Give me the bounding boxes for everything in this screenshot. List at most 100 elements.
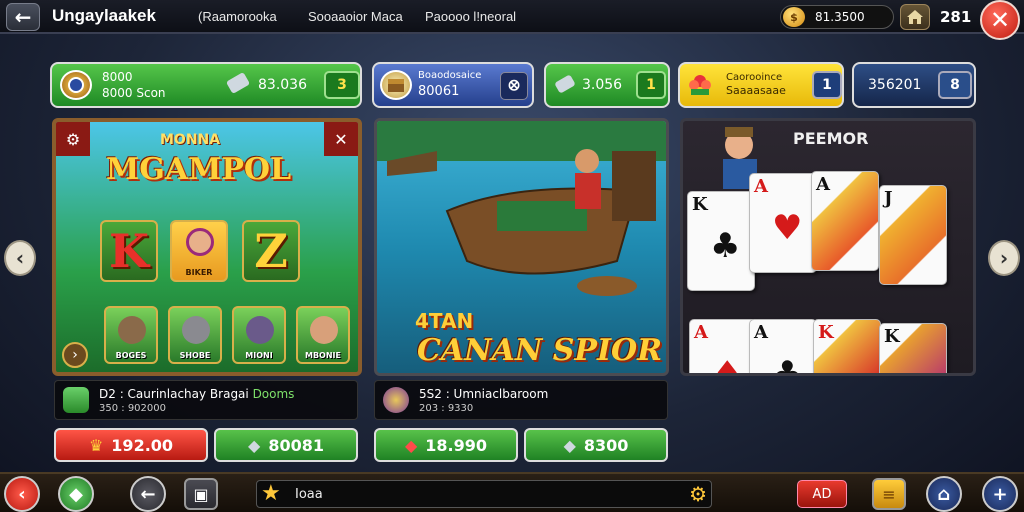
wolf-icon xyxy=(182,316,210,344)
close-button[interactable]: ✕ xyxy=(980,0,1020,40)
panel-1-info-accent: Dooms xyxy=(252,387,295,401)
card-rank: K xyxy=(818,322,834,343)
slot-title: MGAMPOL xyxy=(106,152,292,187)
slot-subtitle: MONNA xyxy=(160,132,221,148)
shark-icon xyxy=(246,316,274,344)
panel-2-header-line1: Boaodosaice xyxy=(418,70,482,81)
panel-3-count-button[interactable]: 8 xyxy=(938,71,972,99)
fishing-game-card[interactable]: 9006 45 4TAN CANAN SPIOR xyxy=(374,118,669,376)
add-button[interactable]: + xyxy=(982,476,1018,512)
club-icon: ♣ xyxy=(772,354,803,376)
reel-letter-k: K xyxy=(109,224,149,278)
chevron-left-icon: › xyxy=(72,347,78,363)
panel-2-info: 5S2 : Umniaclbaroom 203 : 9330 xyxy=(374,380,668,420)
gem-icon xyxy=(554,74,576,94)
nav-link-3[interactable]: Paoooo l!neoral xyxy=(425,9,516,24)
house-icon: ⌂ xyxy=(937,483,951,505)
nav-link-1[interactable]: (Raamorooka xyxy=(198,9,277,24)
slot-prev-button[interactable]: › xyxy=(62,342,88,368)
level-value: 281 xyxy=(940,8,972,26)
chevron-left-icon: ‹ xyxy=(18,483,26,505)
symbol-label-3: MIONI xyxy=(245,351,273,360)
close-badge-icon[interactable]: ✕ xyxy=(324,122,358,156)
scroll-right-button[interactable]: › xyxy=(988,240,1020,276)
gem-icon: ◆ xyxy=(563,435,576,455)
poker-game-card[interactable]: PEEMOR K ♣ A ♥ A J A ♦ A ♣ K K xyxy=(680,118,976,376)
treasure-chest-icon xyxy=(380,70,412,100)
symbol-label-2: SHOBE xyxy=(179,351,211,360)
gear-icon[interactable]: ⚙ xyxy=(689,482,707,506)
bottom-bar: ‹ ◆ ← ▣ ★ Ioaa ⚙ AD ≡ ⌂ + xyxy=(0,472,1024,512)
back-round-button[interactable]: ‹ xyxy=(4,476,40,512)
game-thumb-icon xyxy=(63,387,89,413)
bookmark-button[interactable]: ▣ xyxy=(184,478,218,510)
panel-1-info-line1: D2 : Caurinlachay Bragai Dooms xyxy=(99,387,294,401)
settings-badge-icon[interactable]: ⚙ xyxy=(56,122,90,156)
panel-3-left-button[interactable]: 1 xyxy=(812,71,842,99)
symbol-tile-2: SHOBE xyxy=(168,306,222,364)
ad-button[interactable]: AD xyxy=(797,480,847,508)
playing-card[interactable]: K xyxy=(813,319,881,373)
scroll-left-button[interactable]: ‹ xyxy=(4,240,36,276)
playing-card[interactable]: A ♥ xyxy=(749,173,817,273)
panel-1-count-button[interactable]: 3 xyxy=(324,71,360,99)
panel-1-buy-red-button[interactable]: ♛ 192.00 xyxy=(54,428,208,462)
nav-link-2[interactable]: Sooaaoior Maca xyxy=(308,9,403,24)
slot-game-card[interactable]: ⚙ ✕ MONNA MGAMPOL K BIKER Z › BOGES SHOB… xyxy=(52,118,362,376)
fishing-title-prefix: 4TAN xyxy=(415,309,474,333)
app-title: Ungaylaakek xyxy=(52,6,156,25)
panel-3-header-line1: Caorooince xyxy=(726,72,783,83)
reel-center-label: BIKER xyxy=(185,268,213,277)
ruby-icon: ◆ xyxy=(404,435,418,455)
gem-icon: ◆ xyxy=(248,435,261,455)
beaver-icon xyxy=(118,316,146,344)
panel-1-info-line2: 350 : 902000 xyxy=(99,403,166,414)
symbol-tile-4: MBONIE xyxy=(296,306,350,364)
panel-1-info: D2 : Caurinlachay Bragai Dooms 350 : 902… xyxy=(54,380,358,420)
panel-2-info-line2: 203 : 9330 xyxy=(419,403,474,414)
playing-card[interactable]: K xyxy=(879,323,947,373)
panel-1-header-line2: 8000 Scon xyxy=(102,86,166,100)
coin-balance[interactable]: $ 81.3500 xyxy=(780,5,894,29)
panel-2-buy-green-button-1[interactable]: ◆ 18.990 xyxy=(374,428,518,462)
card-rank: K xyxy=(692,194,708,215)
gem-icon xyxy=(225,71,251,95)
playing-card[interactable]: A ♣ xyxy=(749,319,817,376)
panel-3-price: 356201 xyxy=(868,77,922,93)
fishing-title: CANAN SPIOR xyxy=(417,333,663,368)
panel-3-header: Caorooince Saaaasaae 1 xyxy=(678,62,844,108)
panel-1-buy-green-button[interactable]: ◆ 80081 xyxy=(214,428,358,462)
top-bar: ← Ungaylaakek (Raamorooka Sooaaoior Maca… xyxy=(0,0,1024,34)
prev-button[interactable]: ← xyxy=(130,476,166,512)
card-rank: A xyxy=(754,322,768,343)
panel-2-info-line1: 5S2 : Umniaclbaroom xyxy=(419,387,549,401)
badge-icon xyxy=(60,70,92,100)
panel-2-buy-green-button-2[interactable]: ◆ 8300 xyxy=(524,428,668,462)
reel-letter-z: Z xyxy=(254,224,288,278)
shop-button[interactable]: ≡ xyxy=(872,478,906,510)
card-rank: J xyxy=(884,188,893,209)
chevron-left-icon: ‹ xyxy=(15,246,25,270)
playing-card[interactable]: A xyxy=(811,171,879,271)
arrow-left-icon: ← xyxy=(140,483,156,505)
back-button[interactable]: ← xyxy=(6,3,40,31)
panel-1-header: 8000 8000 Scon 83.036 3 xyxy=(50,62,362,108)
info-button[interactable]: ⭙ xyxy=(500,72,528,100)
chevron-right-icon: › xyxy=(999,246,1009,270)
man-face-icon xyxy=(310,316,338,344)
panel-2-count-button[interactable]: 1 xyxy=(636,71,666,99)
card-rank: K xyxy=(884,326,900,347)
arrow-left-icon: ← xyxy=(14,5,32,29)
panel-1-header-line1: 8000 xyxy=(102,70,133,84)
playing-card[interactable]: J xyxy=(879,185,947,285)
diamond-icon: ♦ xyxy=(712,354,743,376)
home-button[interactable] xyxy=(900,4,930,30)
playing-card[interactable]: K ♣ xyxy=(687,191,755,291)
search-bar[interactable]: ★ Ioaa ⚙ xyxy=(256,480,712,508)
panel-3-header-line2: Saaaasaae xyxy=(726,84,786,97)
reel-tile-k: K xyxy=(100,220,158,282)
home-round-button[interactable]: ⌂ xyxy=(926,476,962,512)
club-icon: ♣ xyxy=(710,226,741,266)
gem-round-button[interactable]: ◆ xyxy=(58,476,94,512)
playing-card[interactable]: A ♦ xyxy=(689,319,757,376)
